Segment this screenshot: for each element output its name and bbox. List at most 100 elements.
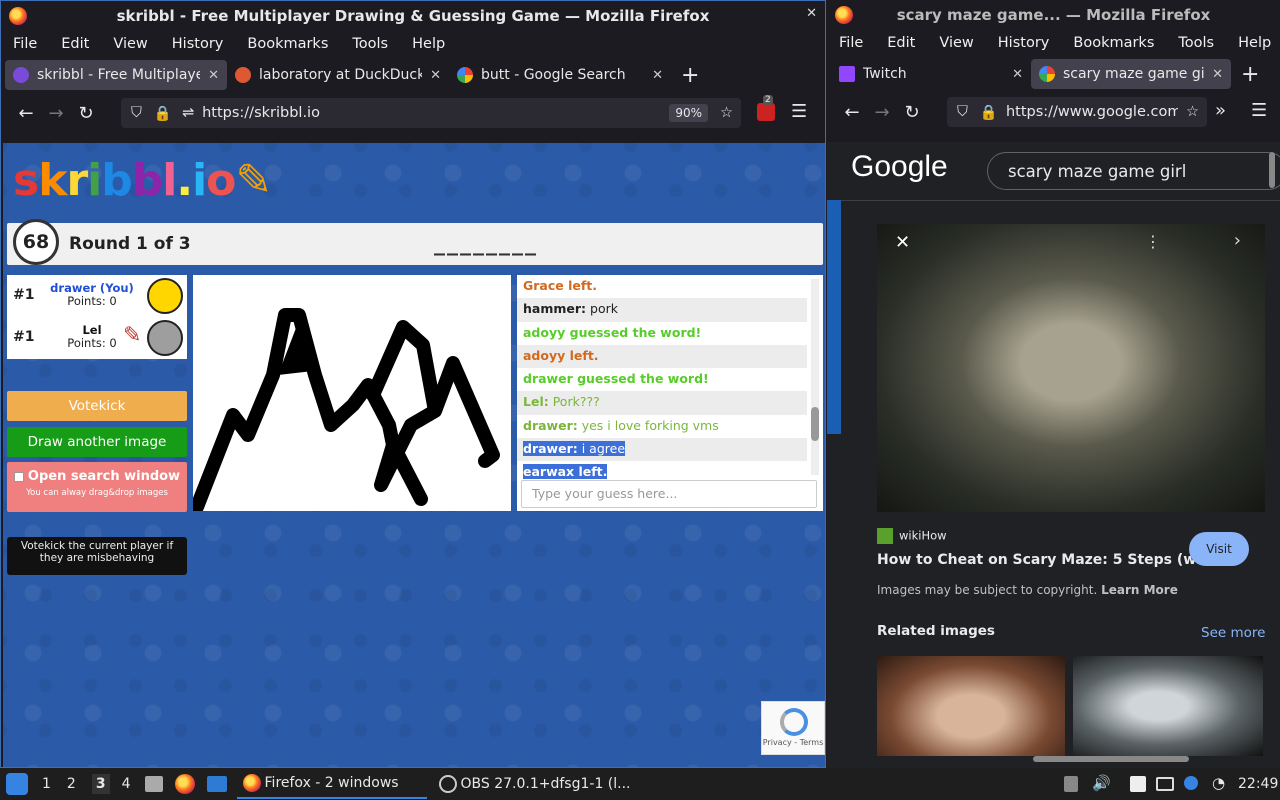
notification-icon[interactable] <box>1184 776 1198 790</box>
drawing-canvas[interactable] <box>193 275 511 511</box>
related-image[interactable] <box>1073 656 1263 756</box>
chat-scrollbar[interactable] <box>811 279 819 475</box>
menu-history[interactable]: History <box>998 35 1050 51</box>
back-icon[interactable]: ← <box>11 103 41 124</box>
close-tab-icon[interactable]: ✕ <box>1012 67 1023 82</box>
horizontal-scrollbar[interactable] <box>1033 756 1189 762</box>
see-more-link[interactable]: See more <box>1201 625 1265 641</box>
tab-bar: skribbl - Free Multiplayer Drawing & Gue… <box>1 57 825 93</box>
reload-icon[interactable]: ↻ <box>71 103 101 124</box>
new-tab-button[interactable]: + <box>681 63 699 88</box>
url-bar[interactable]: ⛉ 🔒 https://www.google.com ☆ <box>947 97 1207 127</box>
shield-icon[interactable]: ⛉ <box>957 104 968 120</box>
extension-icon[interactable] <box>757 103 775 121</box>
avatar <box>147 278 183 314</box>
new-tab-button[interactable]: + <box>1241 62 1259 87</box>
close-tab-icon[interactable]: ✕ <box>652 68 663 83</box>
related-image[interactable] <box>877 656 1065 756</box>
workspace-4[interactable]: 4 <box>122 776 131 792</box>
clipboard-icon[interactable] <box>1130 776 1146 792</box>
chat-message: adoyy left. <box>517 344 807 369</box>
clock[interactable]: 22:49 <box>1238 776 1278 792</box>
menu-bookmarks[interactable]: Bookmarks <box>247 36 328 52</box>
menu-bookmarks[interactable]: Bookmarks <box>1073 35 1154 51</box>
menu-help[interactable]: Help <box>412 36 445 52</box>
url-text[interactable]: https://skribbl.io <box>202 105 669 121</box>
menu-tools[interactable]: Tools <box>1178 35 1214 51</box>
checkbox[interactable] <box>13 471 24 482</box>
menu-view[interactable]: View <box>939 35 973 51</box>
close-icon[interactable]: ✕ <box>895 232 910 253</box>
volume-icon[interactable]: 🔊 <box>1092 774 1111 792</box>
network-icon[interactable]: ◔ <box>1212 774 1225 792</box>
taskbar-firefox-button[interactable]: Firefox - 2 windows <box>236 769 427 799</box>
votekick-button[interactable]: Votekick <box>7 391 187 421</box>
more-options-icon[interactable]: ⋮ <box>1145 232 1161 251</box>
google-favicon-icon <box>457 67 473 83</box>
start-menu-icon[interactable] <box>6 773 28 795</box>
desktop-icon[interactable] <box>206 776 227 792</box>
menu-hamburger-icon[interactable]: ☰ <box>791 101 807 122</box>
minimize-icon[interactable]: ✕ <box>806 6 817 21</box>
player-row[interactable]: #1 drawer (You) Points: 0 <box>7 275 187 317</box>
close-tab-icon[interactable]: ✕ <box>430 68 441 83</box>
menu-help[interactable]: Help <box>1238 35 1271 51</box>
close-tab-icon[interactable]: ✕ <box>1212 67 1223 82</box>
file-manager-icon[interactable] <box>144 776 163 792</box>
menu-tools[interactable]: Tools <box>352 36 388 52</box>
tab-twitch[interactable]: Twitch ✕ <box>831 59 1031 89</box>
menu-file[interactable]: File <box>13 36 37 52</box>
shield-icon[interactable]: ⛉ <box>131 105 142 121</box>
taskbar-obs-button[interactable]: OBS 27.0.1+dfsg1-1 (l... <box>438 769 639 799</box>
menu-history[interactable]: History <box>172 36 224 52</box>
forward-icon[interactable]: → <box>867 102 897 123</box>
bookmark-star-icon[interactable]: ☆ <box>720 105 733 121</box>
bookmark-star-icon[interactable]: ☆ <box>1186 104 1199 120</box>
workspace-1[interactable]: 1 <box>42 776 51 792</box>
url-bar[interactable]: ⛉ 🔒 ⇌ https://skribbl.io 90% ☆ <box>121 98 741 128</box>
back-icon[interactable]: ← <box>837 102 867 123</box>
menu-edit[interactable]: Edit <box>61 36 89 52</box>
workspace-3[interactable]: 3 <box>91 774 110 794</box>
tab-google[interactable]: butt - Google Search ✕ <box>449 60 671 90</box>
lock-icon[interactable]: 🔒 <box>154 105 172 122</box>
permissions-icon[interactable]: ⇌ <box>182 105 194 121</box>
firefox-launcher-icon[interactable] <box>174 774 195 794</box>
menu-hamburger-icon[interactable]: ☰ <box>1251 100 1267 121</box>
tab-bar: Twitch ✕ scary maze game girl ✕ + <box>827 56 1280 92</box>
learn-more-link[interactable]: Learn More <box>1101 583 1178 597</box>
trash-icon[interactable] <box>1064 776 1078 792</box>
overflow-chevron-icon[interactable]: » <box>1215 100 1226 121</box>
player-name: drawer (You) <box>50 281 134 295</box>
result-source[interactable]: wikiHow <box>877 528 947 544</box>
preview-image[interactable]: ✕ ⋮ › <box>877 224 1265 512</box>
url-text[interactable]: https://www.google.com <box>1006 104 1178 120</box>
tab-skribbl[interactable]: skribbl - Free Multiplayer Drawing & Gue… <box>5 60 227 90</box>
close-tab-icon[interactable]: ✕ <box>208 68 219 83</box>
screen-icon[interactable] <box>1156 777 1174 791</box>
menu-view[interactable]: View <box>113 36 147 52</box>
tab-duckduckgo[interactable]: laboratory at DuckDuckGo ✕ <box>227 60 449 90</box>
search-input[interactable]: scary maze game girl <box>987 152 1280 190</box>
page-scrollbar[interactable] <box>1269 152 1275 188</box>
taskbar: 1 2 3 4 Firefox - 2 windows OBS 27.0.1+d… <box>0 768 1280 800</box>
google-logo[interactable]: Google <box>851 150 948 184</box>
visit-button[interactable]: Visit <box>1189 532 1249 566</box>
forward-icon[interactable]: → <box>41 103 71 124</box>
guess-input[interactable]: Type your guess here... <box>521 480 817 508</box>
player-row[interactable]: #1 Lel Points: 0 ✎ <box>7 317 187 359</box>
result-title[interactable]: How to Cheat on Scary Maze: 5 Steps (wit… <box>877 552 1234 568</box>
workspace-2[interactable]: 2 <box>67 776 76 792</box>
tab-google-scary[interactable]: scary maze game girl ✕ <box>1031 59 1231 89</box>
firefox-icon <box>242 774 261 792</box>
menu-edit[interactable]: Edit <box>887 35 915 51</box>
chat-box: Grace left. hammer: pork adoyy guessed t… <box>517 275 823 511</box>
zoom-level[interactable]: 90% <box>669 104 708 122</box>
reload-icon[interactable]: ↻ <box>897 102 927 123</box>
next-icon[interactable]: › <box>1234 230 1241 251</box>
recaptcha-badge[interactable]: Privacy - Terms <box>761 701 825 755</box>
menu-file[interactable]: File <box>839 35 863 51</box>
lock-icon[interactable]: 🔒 <box>980 104 998 121</box>
draw-another-button[interactable]: Draw another image <box>7 427 187 457</box>
open-search-window-button[interactable]: Open search window You can alway drag&dr… <box>7 462 187 512</box>
